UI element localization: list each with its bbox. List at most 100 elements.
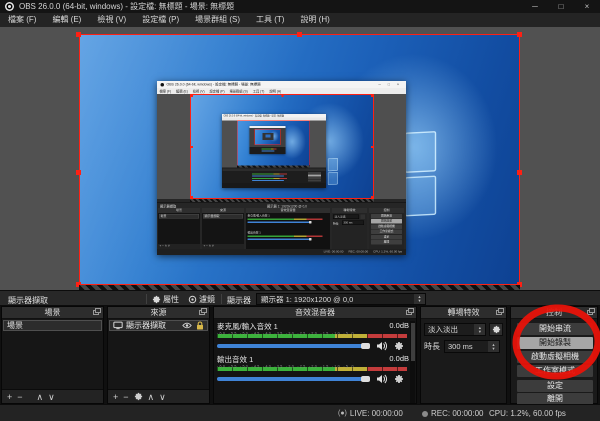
toolbar-separator [146,294,147,304]
captured-transitions-body: 淡入淡出 時長 300 ms [332,213,367,249]
channel-db-value: 0.0dB [389,321,409,330]
captured-status-bar: LIVE: 00:00:00 REC: 00:00:00 CPU: 1.2%, … [157,249,406,255]
source-properties-gear-icon[interactable] [134,392,143,401]
filter-icon [188,295,197,303]
channel-settings-gear-icon[interactable] [394,341,404,351]
source-name: 顯示器擷取 [126,321,166,330]
move-scene-down-button[interactable]: ∨ [48,391,55,403]
studio-mode-button[interactable]: 工作室模式 [517,365,593,377]
duration-value: 300 ms [448,342,473,351]
settings-button[interactable]: 設定 [517,380,593,392]
source-list-item[interactable]: 顯示器擷取 [109,320,208,331]
captured-obs-window: OBS 26.0.0 (64-bit, windows) - 設定檔: 無標題 … [157,81,406,255]
toolbar-separator [221,294,222,304]
filters-label: 濾鏡 [199,294,215,304]
mixer-body: 麥克風/輸入音效 1 0.0dB -60 -55 -50 -45 -40 -35… [214,319,416,403]
live-broadcast-icon: (●) [338,410,347,417]
meter-scale-ticks: -60 -55 -50 -45 -40 -35 -30 -25 -20 -15 … [217,365,355,369]
resize-handle-top-right[interactable] [517,32,522,37]
popout-icon[interactable] [496,308,504,315]
add-scene-button[interactable]: + [7,391,12,403]
maximize-button[interactable]: □ [548,0,574,13]
channel-name: 輸出音效 1 [217,355,254,364]
minimize-button[interactable]: ─ [522,0,548,13]
volume-slider[interactable] [217,343,370,349]
resize-handle-middle-left[interactable] [76,170,81,175]
resize-handle-top-middle[interactable] [297,32,302,37]
move-source-up-button[interactable]: ∧ [148,391,155,403]
resize-handle-middle-right[interactable] [517,170,522,175]
menu-profile[interactable]: 設定檔 (P) [134,13,187,27]
lock-icon[interactable] [196,321,204,330]
start-virtual-camera-button[interactable]: 啟動虛擬相機 [517,351,593,363]
remove-source-button[interactable]: − [123,391,128,403]
sources-toolbar: + − ∧ ∨ [108,389,209,403]
transition-settings-button[interactable] [489,323,503,336]
transition-select-value: 淡入淡出 [428,325,458,334]
popout-icon[interactable] [587,308,595,315]
duration-stepper[interactable]: ▴ ▾ [488,341,499,352]
sources-header: 來源 [108,307,209,319]
gear-icon [152,295,161,303]
volume-slider-fill [217,377,367,381]
start-streaming-button[interactable]: 開始串流 [517,323,593,335]
cpu-fps-text: CPU: 1.2%, 60.00 fps [489,409,566,418]
sources-title: 來源 [150,308,167,317]
controls-panel: 控制 開始串流 開始錄製 啟動虛擬相機 工作室模式 設定 離開 [510,306,598,405]
filters-button[interactable]: 濾鏡 [188,293,215,305]
close-button[interactable]: × [574,0,600,13]
menu-tools[interactable]: 工具 (T) [248,13,292,27]
title-bar: OBS 26.0.0 (64-bit, windows) - 設定檔: 無標題 … [0,0,600,13]
speaker-icon[interactable] [376,374,388,384]
obs-main-window: OBS 26.0.0 (64-bit, windows) - 設定檔: 無標題 … [0,0,600,421]
preview-area: OBS 26.0.0 (64-bit, windows) - 設定檔: 無標題 … [0,27,600,290]
windows-logo [404,131,437,217]
mixer-scrollbar[interactable] [410,321,415,403]
add-source-button[interactable]: + [113,391,118,403]
properties-button[interactable]: 屬性 [152,293,179,305]
scenes-panel: 場景 場景 + − ∧ ∨ [1,306,104,404]
captured-scenes-body: 場景 + − ∧ ∨ [158,213,200,249]
volume-slider-handle[interactable] [361,343,370,349]
captured-mixer-body: 麥克風/輸入音效 1 輸出音效 1 [246,213,330,249]
sources-panel: 來源 顯示器擷取 + − ∧ ∨ [107,306,210,404]
menu-scene-collection[interactable]: 場景群組 (S) [187,13,248,27]
remove-scene-button[interactable]: − [17,391,22,403]
menu-file[interactable]: 檔案 (F) [0,13,44,27]
docks-area: 場景 場景 + − ∧ ∨ 來源 顯示器擷取 + − ∧ ∨ 音效混音器 麥克風… [0,306,600,405]
volume-slider-handle[interactable] [361,376,370,382]
scenes-toolbar: + − ∧ ∨ [2,389,103,403]
menu-view[interactable]: 檢視 (V) [89,13,134,27]
channel-settings-gear-icon[interactable] [394,374,404,384]
window-title: OBS 26.0.0 (64-bit, windows) - 設定檔: 無標題 … [19,2,235,11]
menu-help[interactable]: 說明 (H) [292,13,337,27]
display-capture-source-canvas[interactable]: OBS 26.0.0 (64-bit, windows) - 設定檔: 無標題 … [79,34,520,285]
display-select-value: 顯示器 1: 1920x1200 @ 0,0 [261,294,354,304]
speaker-icon[interactable] [376,341,388,351]
display-select[interactable]: 顯示器 1: 1920x1200 @ 0,0 ▴ ▾ [256,293,426,305]
captured-controls-body: 開始串流 開始錄製 啟動虛擬相機 工作室模式 設定 離開 [369,213,404,249]
visibility-eye-icon[interactable] [182,322,192,329]
transition-select[interactable]: 淡入淡出 ▴ ▾ [424,323,487,336]
captured-window-buttons: ─ □ × [378,82,402,87]
popout-icon[interactable] [93,308,101,315]
volume-slider[interactable] [217,376,370,382]
move-scene-up-button[interactable]: ∧ [37,391,44,403]
live-time: LIVE: 00:00:00 [349,409,403,418]
resize-handle-top-left[interactable] [76,32,81,37]
move-source-down-button[interactable]: ∨ [159,391,166,403]
display-select-stepper[interactable]: ▴ ▾ [414,294,425,304]
scenes-list: 場景 [2,319,103,389]
scene-list-item[interactable]: 場景 [3,320,102,331]
start-recording-button[interactable]: 開始錄製 [517,337,593,349]
popout-icon[interactable] [406,308,414,315]
popout-icon[interactable] [199,308,207,315]
duration-input[interactable]: 300 ms ▴ ▾ [444,340,500,353]
scenes-header: 場景 [2,307,103,319]
duration-label: 時長 [424,342,440,351]
captured-obs-logo-icon [160,82,164,87]
scenes-title: 場景 [44,308,61,317]
transition-select-stepper[interactable]: ▴ ▾ [474,324,486,335]
menu-edit[interactable]: 編輯 (E) [44,13,89,27]
captured-obs-window-level3 [249,126,286,154]
